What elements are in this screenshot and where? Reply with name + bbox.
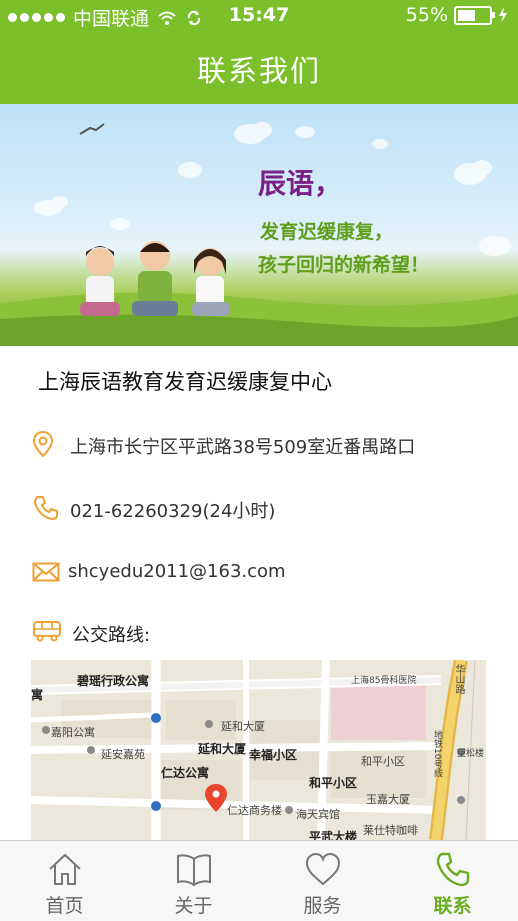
tab-contact[interactable]: 联系 — [388, 841, 517, 921]
map-label: 海天宾馆 — [296, 808, 340, 821]
address-text: 上海市长宁区平武路38号509室近番禺路口 — [70, 437, 416, 458]
nav-bar: 联系我们 — [0, 32, 518, 104]
map-label: 碧瑶行政公寓 — [77, 674, 150, 688]
tab-label: 关于 — [174, 895, 213, 917]
organization-name-row: 上海辰语教育发育迟缓康复中心 — [0, 346, 518, 412]
phone-icon — [34, 496, 58, 520]
page-title: 联系我们 — [196, 54, 321, 88]
map-label: 华山路 — [453, 664, 464, 694]
map-label: 上海85骨科医院 — [351, 676, 417, 686]
tab-label: 联系 — [433, 895, 472, 917]
map-label: 仁达商务楼 — [227, 804, 282, 817]
book-icon — [177, 854, 211, 887]
heart-icon — [305, 852, 341, 886]
mail-icon — [32, 562, 60, 582]
map-label: 延安嘉苑 — [101, 748, 145, 761]
email-row[interactable]: shcyedu2011@163.com — [0, 540, 518, 605]
banner-slogan-title: 辰语， — [258, 167, 343, 200]
tab-services[interactable]: 服务 — [258, 841, 387, 921]
map-label: 嘉阳公寓 — [51, 726, 95, 739]
status-bar: 中国联通 15:47 55% — [0, 0, 518, 32]
tab-label: 服务 — [303, 895, 342, 917]
map-label: 幸福小区 — [249, 748, 298, 762]
address-row[interactable]: 上海市长宁区平武路38号509室近番禺路口 — [0, 411, 518, 477]
map-label: 莱仕特咖啡 — [363, 824, 418, 837]
map-label: 和平小区 — [361, 755, 405, 768]
charging-icon — [499, 7, 507, 23]
tab-bar: 首页 关于 服务 联系 — [0, 840, 518, 921]
banner-slogan-line-1: 发育迟缓康复， — [260, 221, 394, 243]
battery-icon — [454, 5, 495, 25]
map-label: 地铁10号线 — [432, 730, 442, 778]
map-label: 仁达公寓 — [161, 766, 210, 780]
tab-home[interactable]: 首页 — [0, 841, 129, 921]
map-label: 望松楼 — [457, 749, 485, 759]
banner-image: 辰语， 发育迟缓康复， 孩子回归的新希望！ — [0, 104, 518, 346]
organization-name: 上海辰语教育发育迟缓康复中心 — [38, 370, 332, 394]
tab-label: 首页 — [45, 895, 84, 917]
map-label: 和平小区 — [309, 776, 358, 790]
phone-number: 021-62260329(24小时) — [70, 501, 276, 522]
phone-icon — [436, 852, 470, 887]
location-map[interactable]: 碧瑶行政公寓 嘉阳公寓 延安嘉苑 延和大厦 延和大厦 幸福小区 仁达公寓 和平小… — [31, 660, 486, 840]
bus-route-label: 公交路线: — [72, 625, 151, 646]
bus-route-row: 公交路线: — [0, 604, 518, 660]
map-label: 寓 — [31, 688, 44, 702]
children-illustration — [80, 241, 230, 316]
location-pin-icon — [32, 430, 54, 458]
map-label: 延和大厦 — [198, 742, 247, 756]
map-label: 平武大楼 — [309, 830, 358, 840]
phone-row[interactable]: 021-62260329(24小时) — [0, 476, 518, 541]
battery-percent: 55% — [405, 4, 448, 26]
email-address: shcyedu2011@163.com — [68, 561, 286, 582]
banner-slogan-line-2: 孩子回归的新希望！ — [258, 254, 430, 276]
map-label: 玉嘉大厦 — [366, 793, 410, 806]
map-label: 延和大厦 — [221, 720, 265, 733]
bus-icon — [33, 621, 61, 642]
home-icon — [49, 853, 81, 885]
tab-about[interactable]: 关于 — [129, 841, 258, 921]
